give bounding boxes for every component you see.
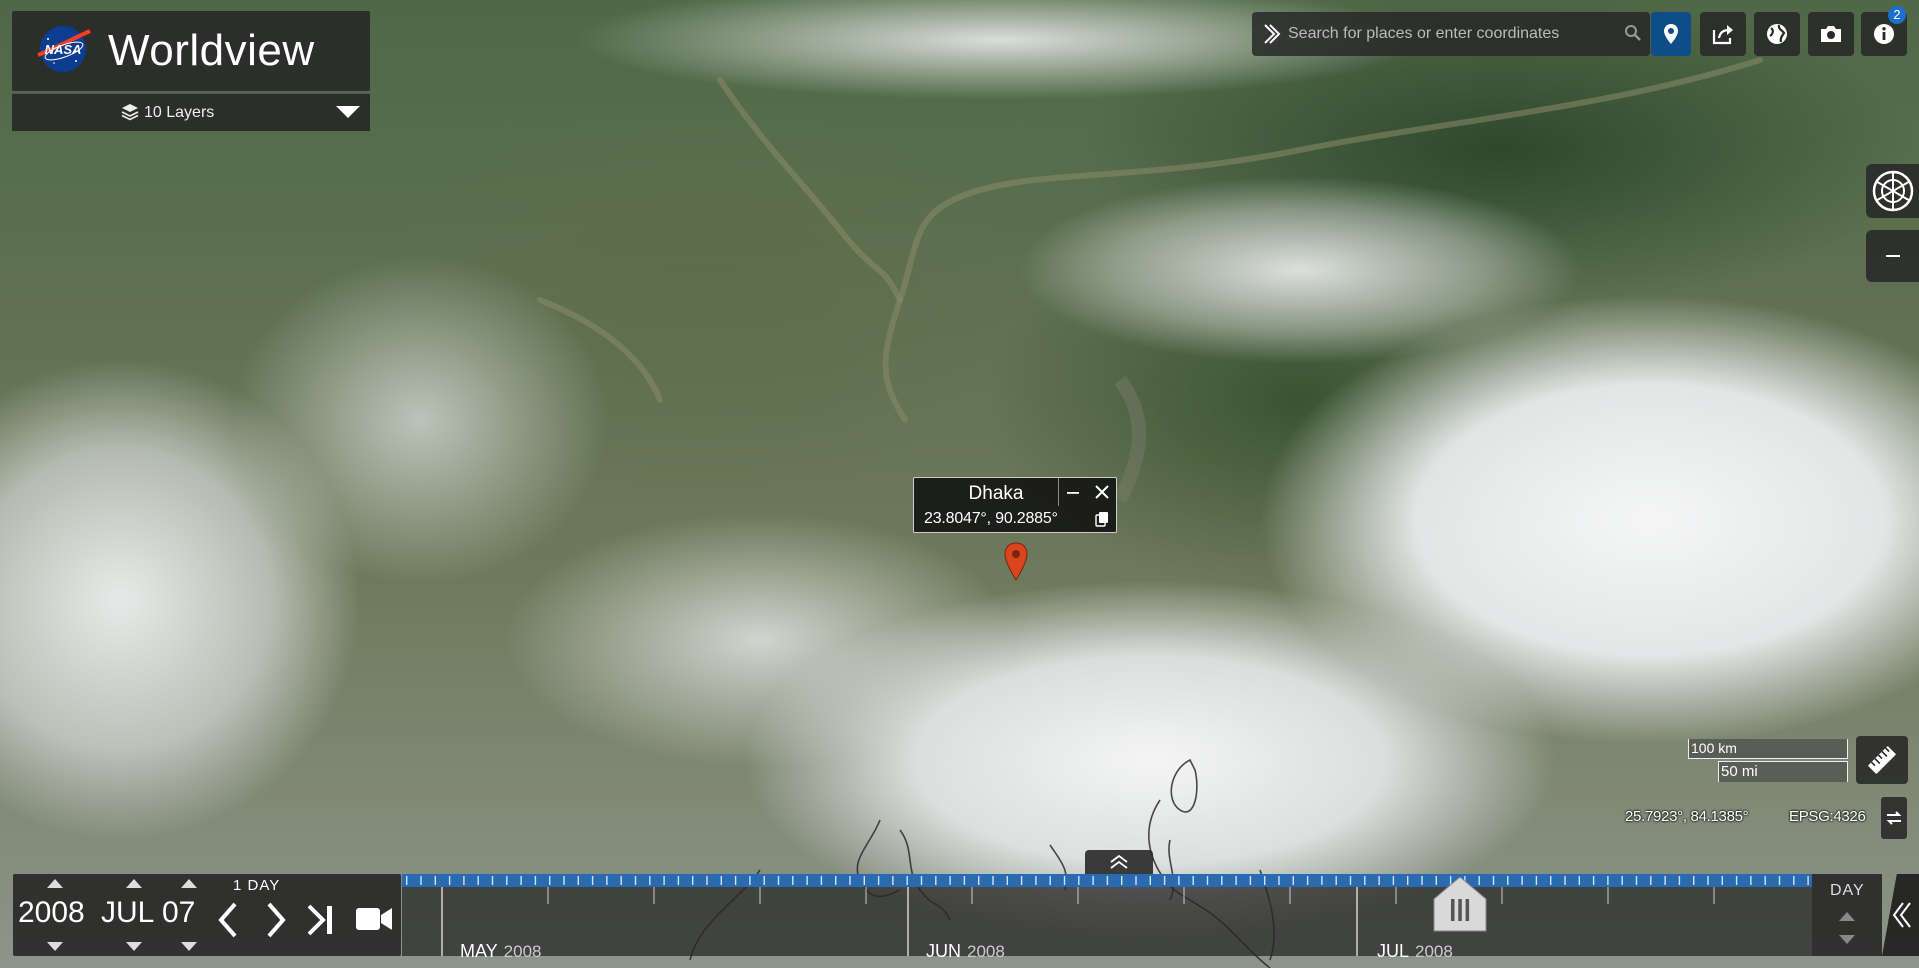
timeline-zoom-out-arrow[interactable] bbox=[1839, 935, 1855, 944]
layers-icon bbox=[121, 104, 139, 121]
year-down-arrow[interactable] bbox=[47, 942, 63, 951]
projection-globe-button[interactable] bbox=[1754, 12, 1800, 56]
timeline-month-label: JUN 2008 bbox=[926, 941, 1005, 961]
scale-bar-mi: 50 mi bbox=[1718, 761, 1848, 782]
ruler-icon bbox=[1868, 746, 1896, 774]
year-field[interactable]: 2008 bbox=[18, 896, 85, 930]
app-title: Worldview bbox=[108, 26, 315, 75]
globe-icon bbox=[1767, 24, 1787, 44]
skip-to-end-icon[interactable] bbox=[305, 902, 341, 938]
day-down-arrow[interactable] bbox=[181, 942, 197, 951]
timeline-month-label: JUL 2008 bbox=[1377, 941, 1453, 961]
close-icon bbox=[1095, 485, 1109, 499]
info-icon bbox=[1874, 24, 1894, 44]
layers-count-label: 10 Layers bbox=[144, 104, 215, 121]
scale-bar-km: 100 km bbox=[1688, 739, 1848, 759]
date-selector: 1 DAY 2008 JUL 07 bbox=[13, 874, 401, 956]
timeline-ticks bbox=[406, 876, 1809, 956]
time-step-label[interactable]: 1 DAY bbox=[233, 877, 280, 894]
cursor-coordinates: 25.7923°, 84.1385° bbox=[1625, 808, 1749, 825]
month-up-arrow[interactable] bbox=[126, 879, 142, 888]
layers-toggle-button[interactable]: 10 Layers bbox=[12, 93, 370, 131]
polar-projection-icon bbox=[1872, 170, 1913, 212]
popup-coordinates: 23.8047°, 90.2885° bbox=[924, 510, 1058, 527]
video-animation-icon[interactable] bbox=[354, 904, 394, 934]
minus-icon bbox=[1885, 255, 1900, 257]
swap-arrows-icon bbox=[1886, 811, 1902, 825]
nasa-logo-text: NASA bbox=[45, 42, 82, 57]
zoom-out-button[interactable] bbox=[1866, 230, 1919, 282]
timeline-expand-button[interactable] bbox=[1085, 850, 1153, 874]
location-pin-button[interactable] bbox=[1651, 12, 1691, 56]
camera-icon bbox=[1821, 26, 1841, 42]
popup-close-button[interactable] bbox=[1088, 478, 1116, 506]
notification-badge: 2 bbox=[1888, 6, 1906, 24]
chevron-right-double-icon[interactable] bbox=[1260, 22, 1284, 46]
copy-icon[interactable] bbox=[1094, 511, 1110, 527]
timeline-date-handle[interactable] bbox=[1432, 877, 1488, 933]
caret-down-icon bbox=[336, 106, 360, 118]
timeline-zoom-selector: DAY bbox=[1812, 874, 1882, 956]
minimize-icon bbox=[1066, 492, 1079, 494]
previous-day-icon[interactable] bbox=[213, 900, 243, 940]
month-field[interactable]: JUL bbox=[101, 896, 154, 930]
search-input[interactable] bbox=[1288, 18, 1600, 50]
switch-projection-button[interactable] bbox=[1866, 164, 1919, 218]
nasa-logo-icon[interactable]: NASA bbox=[34, 25, 92, 73]
location-pin-icon bbox=[1664, 24, 1678, 44]
projection-code[interactable]: EPSG:4326 bbox=[1789, 808, 1866, 825]
chevron-left-double-icon bbox=[1892, 902, 1911, 928]
year-up-arrow[interactable] bbox=[47, 879, 63, 888]
app-header: NASA Worldview bbox=[12, 11, 370, 91]
next-day-icon[interactable] bbox=[261, 900, 291, 940]
popup-title: Dhaka bbox=[968, 483, 1024, 504]
day-field[interactable]: 07 bbox=[162, 896, 195, 930]
coordinate-format-toggle[interactable] bbox=[1881, 797, 1907, 839]
measure-tool-button[interactable] bbox=[1856, 736, 1908, 784]
search-box bbox=[1252, 12, 1650, 56]
share-icon bbox=[1712, 25, 1733, 45]
search-icon[interactable] bbox=[1624, 24, 1642, 42]
timeline-zoom-label[interactable]: DAY bbox=[1830, 882, 1865, 900]
share-button[interactable] bbox=[1700, 12, 1746, 56]
popup-minimize-button[interactable] bbox=[1058, 478, 1086, 506]
location-popup: Dhaka 23.8047°, 90.2885° bbox=[913, 477, 1117, 533]
snapshot-button[interactable] bbox=[1808, 12, 1854, 56]
map-marker-icon[interactable] bbox=[1003, 542, 1029, 582]
timeline-month-label: MAY 2008 bbox=[460, 941, 542, 961]
timeline-track[interactable]: MAY 2008 JUN 2008 JUL 2008 bbox=[402, 874, 1812, 961]
day-up-arrow[interactable] bbox=[181, 879, 197, 888]
chevron-up-icon bbox=[1110, 854, 1128, 869]
month-down-arrow[interactable] bbox=[126, 942, 142, 951]
timeline-zoom-in-arrow[interactable] bbox=[1839, 912, 1855, 921]
